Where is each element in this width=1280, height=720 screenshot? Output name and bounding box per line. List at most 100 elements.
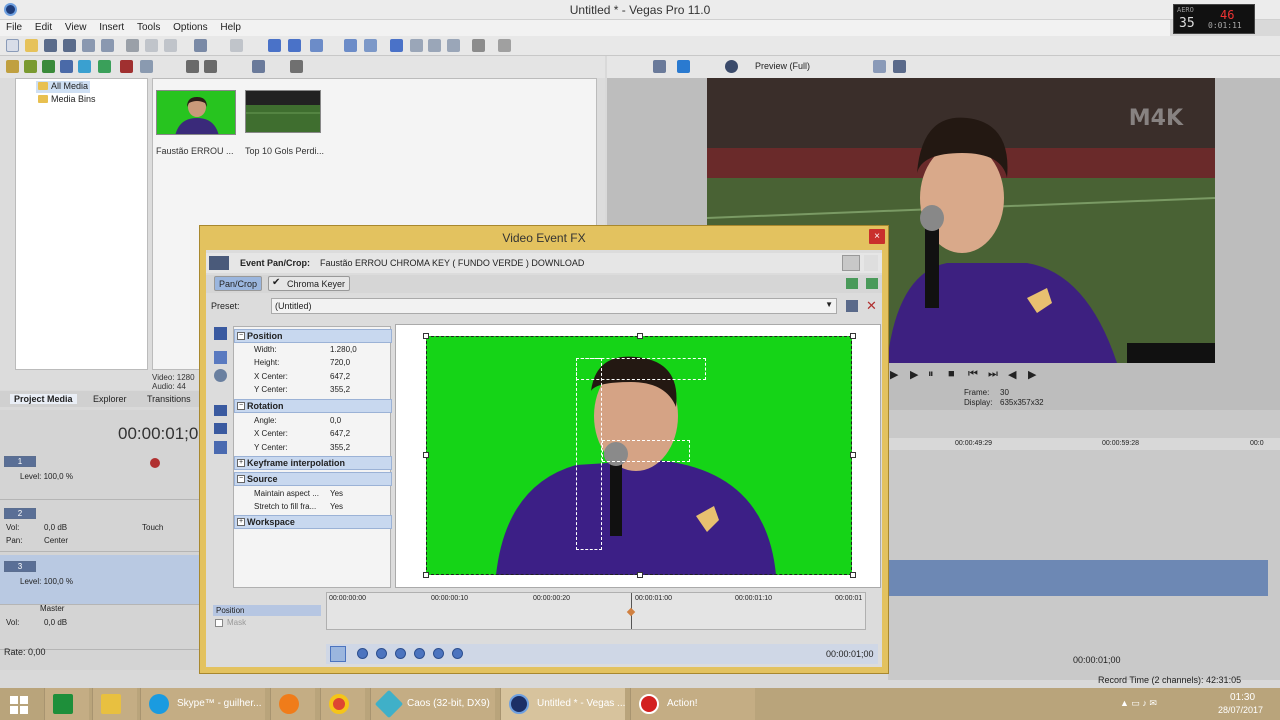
whats-this-icon[interactable] [498, 39, 511, 52]
crop-handle-bl[interactable] [423, 572, 429, 578]
media-thumbnail-gols[interactable] [245, 90, 321, 133]
tree-item-media-bins[interactable]: Media Bins [36, 94, 98, 106]
vegas-app-icon[interactable] [4, 3, 17, 16]
redo-icon[interactable] [230, 39, 243, 52]
auto-crossfade-icon[interactable] [364, 39, 377, 52]
preview-settings-icon[interactable] [653, 60, 666, 73]
preset-select[interactable]: (Untitled) ▼ [271, 298, 837, 314]
crop-handle-tl[interactable] [423, 333, 429, 339]
menu-options[interactable]: Options [167, 20, 211, 33]
remove-plugin-icon[interactable] [866, 278, 878, 289]
menu-help[interactable]: Help [214, 20, 245, 33]
mask-checkbox[interactable] [215, 619, 223, 627]
media-properties-icon[interactable] [140, 60, 153, 73]
prop-maintain-aspect[interactable]: Maintain aspect ... Yes [234, 487, 392, 500]
properties-icon[interactable] [101, 39, 114, 52]
timeline-area[interactable] [888, 410, 1280, 680]
tab-explorer[interactable]: Explorer [93, 394, 127, 404]
section-rotation[interactable]: − Rotation [234, 399, 392, 413]
menu-insert[interactable]: Insert [93, 20, 128, 33]
first-keyframe-icon[interactable] [357, 648, 368, 659]
cut-icon[interactable] [126, 39, 139, 52]
prop-stretch-to-fill[interactable]: Stretch to fill fra... Yes [234, 500, 392, 513]
open-folder-icon[interactable] [25, 39, 38, 52]
keyframe-marker[interactable] [626, 607, 636, 617]
fx-chain-icon[interactable] [209, 256, 229, 270]
checkmark-icon[interactable]: ✔ [272, 277, 280, 288]
prop-width[interactable]: Width: 1.280,0 [234, 343, 392, 356]
lock-envelopes-icon[interactable] [410, 39, 423, 52]
prev-frame-icon[interactable]: ◀ [1008, 368, 1016, 381]
search-media-icon[interactable] [290, 60, 303, 73]
crop-handle-tm[interactable] [637, 333, 643, 339]
pause-icon[interactable]: ⏸ [928, 368, 934, 381]
sync-cursor-icon[interactable] [330, 646, 346, 662]
import-media-icon[interactable] [6, 60, 19, 73]
taskbar-app-vegas[interactable]: Untitled * - Vegas ... [500, 688, 625, 720]
grid-view-icon[interactable] [864, 255, 878, 271]
capture-icon[interactable] [24, 60, 37, 73]
keyframe-track-position[interactable]: Position [213, 605, 321, 616]
play-icon[interactable]: ▶ [910, 368, 918, 381]
menu-tools[interactable]: Tools [131, 20, 164, 33]
paste-icon[interactable] [164, 39, 177, 52]
add-keyframe-icon[interactable] [433, 648, 444, 659]
get-media-icon[interactable] [42, 60, 55, 73]
list-view-icon[interactable] [842, 255, 860, 271]
selection-tool-icon[interactable] [310, 39, 323, 52]
move-freely-icon[interactable] [214, 441, 227, 454]
track-3-selection[interactable] [888, 560, 1268, 596]
prop-x-center[interactable]: X Center: 647,2 [234, 370, 392, 383]
delete-icon[interactable] [120, 60, 133, 73]
show-properties-icon[interactable] [214, 327, 227, 340]
go-to-end-icon[interactable]: ⏭ [988, 368, 998, 381]
remove-unused-icon[interactable] [98, 60, 111, 73]
go-to-start-icon[interactable]: ⏮ [968, 368, 978, 381]
crop-handle-mr[interactable] [850, 452, 856, 458]
next-keyframe-icon[interactable] [395, 648, 406, 659]
taskbar-app-action[interactable]: Action! [630, 688, 755, 720]
undo-icon[interactable] [194, 39, 207, 52]
section-keyframe-interpolation[interactable]: + Keyframe interpolation [234, 456, 392, 470]
crop-handle-bm[interactable] [637, 572, 643, 578]
prop-height[interactable]: Height: 720,0 [234, 356, 392, 369]
prop-rot-y-center[interactable]: Y Center: 355,2 [234, 441, 392, 454]
copy-icon[interactable] [145, 39, 158, 52]
tab-project-media[interactable]: Project Media [10, 394, 77, 404]
auto-ripple-icon[interactable] [390, 39, 403, 52]
extract-audio-icon[interactable] [60, 60, 73, 73]
clock-date[interactable]: 28/07/2017 [1218, 705, 1263, 715]
automation-mode[interactable]: Touch [142, 523, 163, 532]
section-position[interactable]: − Position [234, 329, 392, 343]
taskbar-app-avast[interactable] [270, 688, 315, 720]
preview-quality-icon[interactable] [725, 60, 738, 73]
stop-icon[interactable]: ■ [948, 368, 955, 380]
prop-y-center[interactable]: Y Center: 355,2 [234, 383, 392, 396]
plug-in-icon[interactable] [472, 39, 485, 52]
last-keyframe-icon[interactable] [414, 648, 425, 659]
crop-handle-ml[interactable] [423, 452, 429, 458]
stop-preview-icon[interactable] [204, 60, 217, 73]
menu-file[interactable]: File [0, 20, 26, 33]
windows-start-icon[interactable] [10, 696, 28, 714]
ignore-grouping-icon[interactable] [428, 39, 441, 52]
track-2[interactable]: 2 Vol: 0,0 dB Touch Pan: Center [0, 502, 200, 552]
normal-edit-tool-icon[interactable] [268, 39, 281, 52]
crop-handle-tr[interactable] [850, 333, 856, 339]
timeline-ruler[interactable]: 00:00:49:29 00:00:59:28 00:0 [888, 438, 1280, 450]
track-3[interactable]: 3 Level: 100,0 % [0, 555, 200, 605]
tray-icons[interactable]: ▲ ▭ ♪ ✉ [1120, 698, 1157, 709]
taskbar-app-chrome[interactable] [320, 688, 365, 720]
prev-keyframe-icon[interactable] [376, 648, 387, 659]
play-from-start-icon[interactable]: ▶ [890, 368, 898, 381]
new-project-icon[interactable] [6, 39, 19, 52]
track-1[interactable]: 1 Level: 100,0 % [0, 450, 200, 500]
zoom-edit-tool-icon[interactable] [214, 369, 227, 382]
keyframe-track-mask[interactable]: Mask [213, 617, 321, 628]
plugin-chain-icon[interactable] [846, 278, 858, 289]
delete-keyframe-icon[interactable] [452, 648, 463, 659]
next-frame-icon[interactable]: ▶ [1028, 368, 1036, 381]
prop-rot-x-center[interactable]: X Center: 647,2 [234, 427, 392, 440]
crop-handle-br[interactable] [850, 572, 856, 578]
play-preview-icon[interactable] [186, 60, 199, 73]
